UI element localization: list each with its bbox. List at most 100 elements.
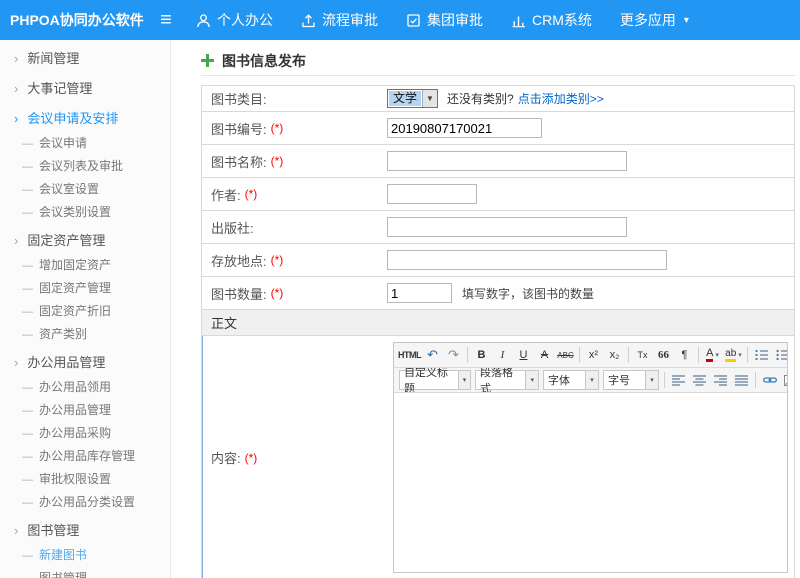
sidebar-item-books[interactable]: ›图书管理	[0, 518, 170, 544]
nav-label: 流程审批	[322, 10, 378, 30]
superscript-button[interactable]: x²	[584, 346, 603, 365]
quantity-input[interactable]	[387, 283, 452, 303]
publisher-input[interactable]	[387, 217, 627, 237]
strikethrough-button[interactable]: A	[535, 346, 554, 365]
editor-content-area[interactable]	[394, 393, 787, 572]
sidebar-item-label: 办公用品库存管理	[39, 449, 135, 463]
sidebar-item-label: 图书管理	[39, 571, 87, 578]
font-family-select[interactable]: 字体 ▾	[543, 370, 599, 390]
highlight-color-button[interactable]: ab ▾	[724, 346, 743, 365]
category-label: 图书类目:	[211, 89, 267, 108]
field-label-text: 图书数量:	[211, 284, 267, 303]
nav-more-apps[interactable]: 更多应用 ▾	[620, 10, 689, 30]
font-color-button[interactable]: A ▾	[703, 346, 722, 365]
redo-button[interactable]: ↷	[444, 346, 463, 365]
form-row-author: 作者: (*)	[202, 178, 794, 211]
toolbar-separator	[664, 372, 665, 388]
sidebar-item-supplies-claim[interactable]: —办公用品领用	[0, 376, 170, 399]
image-icon[interactable]	[781, 371, 787, 390]
sidebar-item-meeting[interactable]: ›会议申请及安排	[0, 106, 170, 132]
ordered-list-icon[interactable]	[752, 346, 771, 365]
sidebar-item-meeting-apply[interactable]: —会议申请	[0, 132, 170, 155]
field-label-text: 作者:	[211, 185, 241, 204]
bold-button[interactable]: B	[472, 346, 491, 365]
subscript-button[interactable]: x₂	[605, 346, 624, 365]
sidebar-item-meeting-room[interactable]: —会议室设置	[0, 178, 170, 201]
toolbar-separator	[698, 347, 699, 363]
heading-select[interactable]: 自定义标题 ▾	[399, 370, 471, 390]
editor-toolbar-row1: HTML ↶ ↷ B I U A ABC x² x₂ Tx	[394, 343, 787, 368]
undo-button[interactable]: ↶	[423, 346, 442, 365]
sidebar-item-supplies-purchase[interactable]: — 办公用品采购	[0, 422, 170, 445]
align-center-icon[interactable]	[690, 371, 709, 390]
dash-icon: —	[22, 283, 33, 295]
form-row-quantity: 图书数量: (*) 填写数字，该图书的数量	[202, 277, 794, 310]
sidebar-item-meeting-category[interactable]: —会议类别设置	[0, 201, 170, 224]
sidebar-item-news[interactable]: ›新闻管理	[0, 46, 170, 72]
align-right-icon[interactable]	[711, 371, 730, 390]
location-input[interactable]	[387, 250, 667, 270]
align-justify-icon[interactable]	[732, 371, 751, 390]
italic-button[interactable]: I	[493, 346, 512, 365]
category-select[interactable]: 文学 ▼	[387, 89, 438, 108]
sidebar-item-asset-depreciation[interactable]: —固定资产折旧	[0, 300, 170, 323]
unordered-list-icon[interactable]	[773, 346, 787, 365]
dash-icon: —	[22, 260, 33, 272]
remove-format-button[interactable]: Tx	[633, 346, 652, 365]
toolbar-separator	[467, 347, 468, 363]
sidebar-item-label: 图书管理	[27, 523, 79, 538]
sidebar-item-book-manage[interactable]: — 图书管理	[0, 567, 170, 578]
book-number-input[interactable]	[387, 118, 542, 138]
sidebar-item-label: 增加固定资产	[39, 258, 111, 272]
required-mark: (*)	[245, 451, 258, 465]
nav-crm-system[interactable]: CRM系统	[511, 10, 592, 30]
html-source-button[interactable]: HTML	[398, 346, 421, 365]
quote-button[interactable]: 66	[654, 346, 673, 365]
sidebar-item-label: 会议列表及审批	[39, 159, 123, 173]
caret-down-icon: ▾	[525, 371, 538, 389]
sidebar-item-supplies-classify[interactable]: —办公用品分类设置	[0, 491, 170, 514]
sidebar-item-asset-manage[interactable]: —固定资产管理	[0, 277, 170, 300]
select-label: 字号	[608, 372, 630, 388]
field-label-text: 图书名称:	[211, 152, 267, 171]
add-icon	[201, 54, 214, 67]
author-input[interactable]	[387, 184, 477, 204]
dash-icon: —	[22, 428, 33, 440]
toolbar-separator	[747, 347, 748, 363]
sidebar-item-supplies-inventory[interactable]: —办公用品库存管理	[0, 445, 170, 468]
sidebar-item-new-book[interactable]: —新建图书	[0, 544, 170, 567]
paragraph-mark-button[interactable]: ¶	[675, 346, 694, 365]
rich-text-editor: HTML ↶ ↷ B I U A ABC x² x₂ Tx	[393, 342, 788, 573]
nav-personal-office[interactable]: 个人办公	[196, 10, 273, 30]
sidebar-item-asset-category[interactable]: —资产类别	[0, 323, 170, 346]
spellcheck-button[interactable]: ABC	[556, 346, 575, 365]
book-name-input[interactable]	[387, 151, 627, 171]
add-category-link[interactable]: 点击添加类别>>	[518, 90, 604, 107]
align-left-icon[interactable]	[669, 371, 688, 390]
sidebar-item-label: 会议申请	[39, 136, 87, 150]
paragraph-format-select[interactable]: 段落格式 ▾	[475, 370, 539, 390]
caret-down-icon: ▾	[585, 371, 598, 389]
font-size-select[interactable]: 字号 ▾	[603, 370, 659, 390]
required-mark: (*)	[271, 121, 284, 135]
menu-toggle-icon[interactable]: ≡	[152, 0, 180, 40]
dash-icon: —	[22, 573, 33, 578]
sidebar-item-office-supplies[interactable]: ›办公用品管理	[0, 350, 170, 376]
main-content: 图书信息发布 图书类目: 文学 ▼ 还没有类别? 点击添加类别>> 图书编号: …	[171, 40, 800, 578]
category-selected-value: 文学	[389, 91, 421, 106]
link-icon[interactable]	[760, 371, 779, 390]
sidebar-item-meeting-list[interactable]: —会议列表及审批	[0, 155, 170, 178]
sidebar-item-add-asset[interactable]: — 增加固定资产	[0, 254, 170, 277]
arrow-right-icon: ›	[14, 233, 18, 248]
sidebar-item-supplies-manage[interactable]: —办公用品管理	[0, 399, 170, 422]
sidebar-item-label: 新闻管理	[27, 51, 79, 66]
field-label-quantity: 图书数量: (*)	[202, 284, 387, 303]
nav-group-approval[interactable]: 集团审批	[406, 10, 483, 30]
sidebar-item-approval-permission[interactable]: —审批权限设置	[0, 468, 170, 491]
nav-workflow-approval[interactable]: 流程审批	[301, 10, 378, 30]
sidebar-item-label: 办公用品采购	[39, 426, 111, 440]
underline-button[interactable]: U	[514, 346, 533, 365]
sidebar-item-fixed-assets[interactable]: ›固定资产管理	[0, 228, 170, 254]
field-label-text: 内容:	[211, 448, 241, 467]
sidebar-item-events[interactable]: ›大事记管理	[0, 76, 170, 102]
